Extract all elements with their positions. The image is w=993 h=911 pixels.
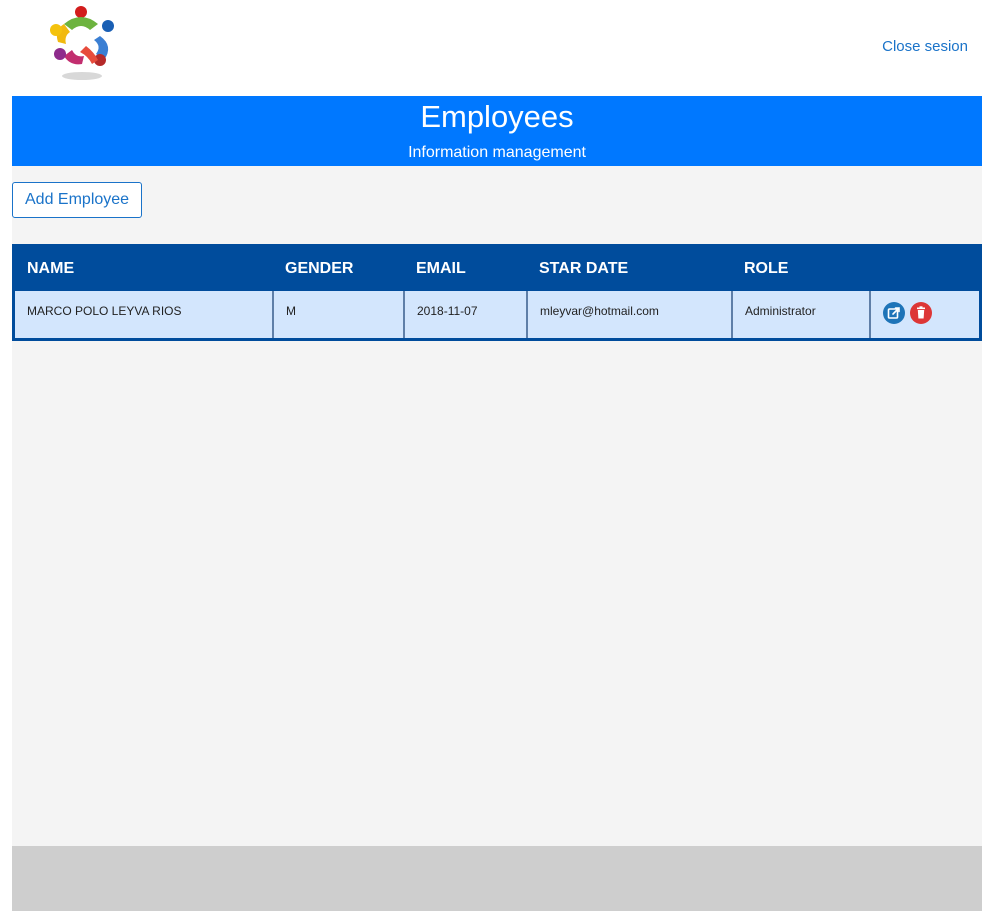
main-content: Add Employee NAME GENDER EMAIL STAR DATE… [12, 166, 982, 846]
delete-icon[interactable] [910, 302, 933, 324]
cell-email: mleyvar@hotmail.com [526, 291, 732, 339]
cell-gender: M [272, 291, 404, 339]
page-subtitle: Information management [408, 144, 586, 161]
cell-actions [869, 291, 981, 339]
cell-role: Administrator [731, 291, 870, 339]
cell-start-date: 2018-11-07 [403, 291, 527, 339]
add-employee-button[interactable]: Add Employee [12, 182, 143, 218]
table-header-row: NAME GENDER EMAIL STAR DATE ROLE [13, 245, 981, 291]
column-header-name: NAME [13, 245, 273, 291]
column-header-role: ROLE [732, 245, 870, 291]
edit-icon[interactable] [883, 302, 905, 324]
column-header-gender: GENDER [273, 245, 404, 291]
column-header-email: EMAIL [404, 245, 527, 291]
top-bar: Close sesion [0, 0, 993, 96]
page-header-banner: Employees Information management [12, 96, 982, 166]
page-title: Employees [420, 99, 574, 134]
page-footer [12, 846, 982, 911]
column-header-actions [870, 245, 981, 291]
table-row: MARCO POLO LEYVA RIOS M 2018-11-07 mleyv… [13, 291, 981, 339]
close-session-link[interactable]: Close sesion [882, 38, 968, 55]
team-logo-icon [34, 2, 130, 84]
cell-name: MARCO POLO LEYVA RIOS [13, 291, 273, 339]
employees-table: NAME GENDER EMAIL STAR DATE ROLE MARCO P… [12, 244, 982, 341]
column-header-start-date: STAR DATE [527, 245, 732, 291]
